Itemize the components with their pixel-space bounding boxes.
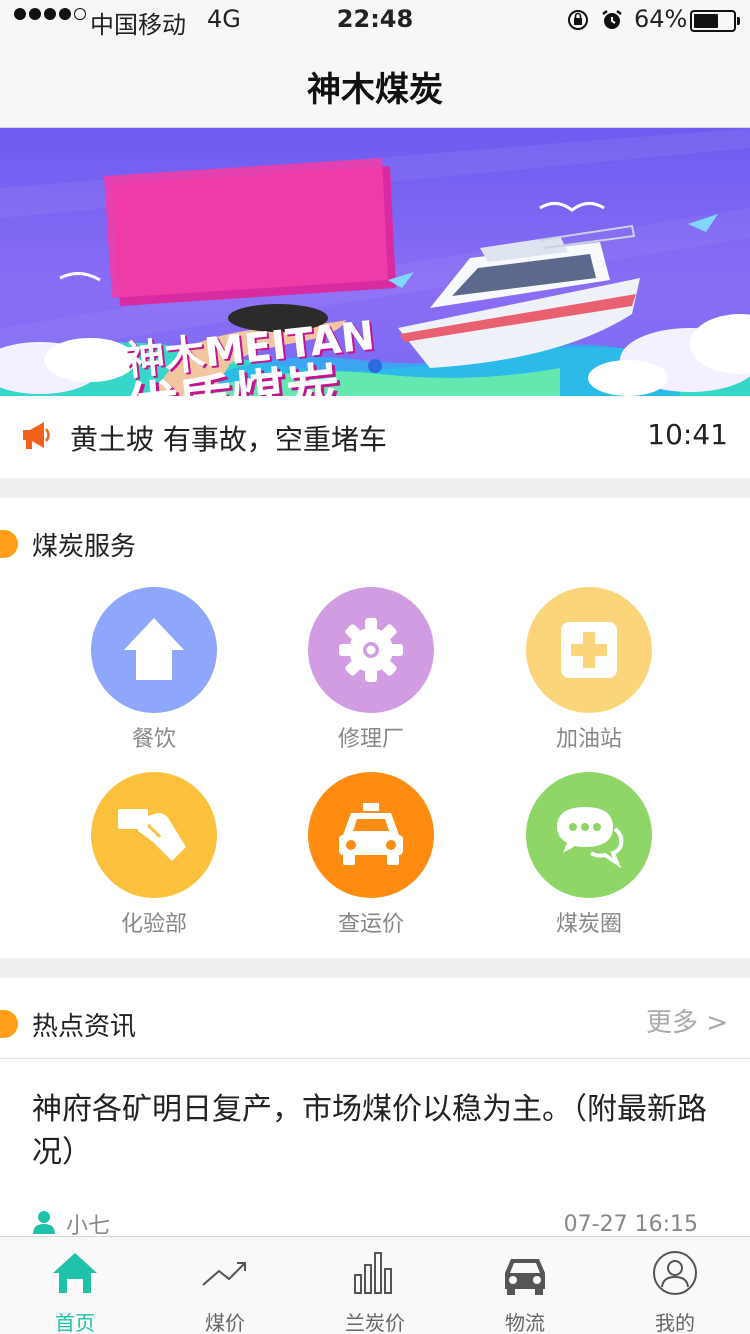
page-title: 神木煤炭 [307, 70, 443, 110]
section-marker [0, 530, 18, 558]
service-lab[interactable]: 化验部 [54, 772, 254, 938]
news-headline[interactable]: 神府各矿明日复产，市场煤价以稳为主。（附最新路况） [32, 1088, 722, 1174]
section-header: 煤炭服务 [0, 526, 750, 562]
service-repair-shop[interactable]: 修理厂 [271, 587, 471, 753]
service-label: 餐饮 [131, 727, 176, 752]
megaphone-icon [20, 420, 52, 454]
promo-banner[interactable]: 神木MEITAN 优质煤炭 [0, 128, 750, 396]
user-circle-icon [653, 1251, 697, 1295]
alarm-icon [600, 8, 624, 38]
service-freight-rates[interactable]: 查运价 [271, 772, 471, 938]
status-bar: 中国移动 4G 22:48 64% [0, 0, 750, 40]
service-dining[interactable]: 餐饮 [54, 587, 254, 753]
tab-logistics[interactable]: 物流 [450, 1237, 600, 1334]
coal-services-section: 煤炭服务 餐饮 修理厂 加油站 化验部 查运价 煤炭圈 [0, 498, 750, 958]
tab-coal-price[interactable]: 煤价 [150, 1237, 300, 1334]
service-label: 查运价 [337, 912, 404, 937]
battery-icon [690, 10, 740, 32]
house-icon [91, 587, 217, 713]
traffic-notice-bar[interactable]: 黄土坡 有事故，空重堵车 10:41 [0, 396, 750, 478]
tab-label: 兰炭价 [345, 1311, 405, 1334]
home-icon [53, 1253, 97, 1293]
plus-box-icon [526, 587, 652, 713]
tab-label: 物流 [505, 1311, 545, 1334]
tab-semi-coke-price[interactable]: 兰炭价 [300, 1237, 450, 1334]
person-icon [32, 1210, 56, 1238]
chat-bubbles-icon [526, 772, 652, 898]
section-marker [0, 1010, 18, 1038]
navigation-bar: 神木煤炭 [0, 40, 750, 128]
rotation-lock-icon [566, 8, 590, 38]
notice-text: 黄土坡 有事故，空重堵车 [70, 423, 387, 456]
service-label: 煤炭圈 [555, 912, 622, 937]
section-header: 热点资讯 [0, 1006, 750, 1042]
tab-label: 煤价 [205, 1311, 245, 1334]
notice-time: 10:41 [647, 418, 728, 451]
tab-label: 首页 [55, 1311, 95, 1334]
service-label: 修理厂 [337, 727, 404, 752]
tab-bar: 首页 煤价 兰炭价 物流 我的 [0, 1236, 750, 1334]
tab-label: 我的 [655, 1311, 695, 1334]
taxi-icon [308, 772, 434, 898]
bar-chart-icon [354, 1252, 392, 1294]
service-coal-circle[interactable]: 煤炭圈 [489, 772, 689, 938]
tab-home[interactable]: 首页 [0, 1237, 150, 1334]
section-title: 煤炭服务 [32, 532, 137, 562]
section-title: 热点资讯 [32, 1012, 137, 1042]
service-label: 化验部 [120, 912, 187, 937]
tab-mine[interactable]: 我的 [600, 1237, 750, 1334]
hot-news-section: 热点资讯 更多 > 神府各矿明日复产，市场煤价以稳为主。（附最新路况） 小七 0… [0, 978, 750, 1239]
more-link[interactable]: 更多 > [646, 1002, 728, 1039]
battery-percent: 64% [634, 5, 688, 33]
trend-up-icon [202, 1262, 246, 1286]
service-gas-station[interactable]: 加油站 [489, 587, 689, 753]
service-label: 加油站 [555, 727, 622, 752]
divider [0, 1058, 750, 1059]
hand-card-icon [91, 772, 217, 898]
car-icon [505, 1259, 545, 1295]
gear-icon [308, 587, 434, 713]
news-date: 07-27 16:15 [563, 1212, 698, 1237]
